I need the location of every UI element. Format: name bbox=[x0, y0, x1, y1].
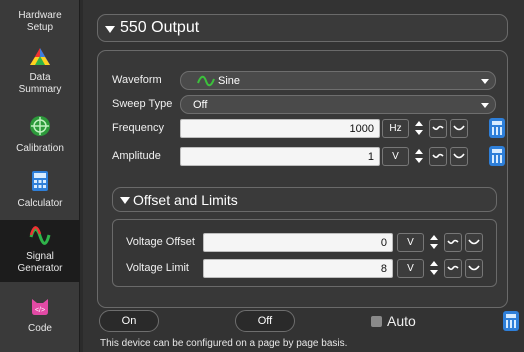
frequency-calculator-icon[interactable] bbox=[489, 118, 505, 138]
output-title: 550 Output bbox=[120, 19, 200, 36]
waveform-dropdown[interactable]: Sine bbox=[180, 71, 496, 90]
curve-down-icon bbox=[447, 239, 459, 245]
frequency-label: Frequency bbox=[112, 122, 164, 134]
amplitude-stepper[interactable] bbox=[414, 147, 424, 166]
output-panel: Waveform Sine Sweep Type Off Frequency 1… bbox=[97, 50, 508, 308]
sidebar-item-code[interactable]: </> Code bbox=[0, 295, 80, 335]
voltage-limit-unit-select[interactable]: V bbox=[397, 259, 424, 278]
curve-up-icon bbox=[453, 125, 465, 131]
frequency-unit-select[interactable]: Hz bbox=[382, 119, 409, 138]
sidebar-item-calibration[interactable]: Calibration bbox=[0, 115, 80, 155]
calculator-button-icon[interactable] bbox=[503, 311, 519, 331]
curve-up-icon bbox=[453, 153, 465, 159]
voltage-offset-sweep-up-button[interactable] bbox=[465, 233, 483, 252]
frequency-sweep-up-button[interactable] bbox=[450, 119, 468, 138]
amplitude-sweep-up-button[interactable] bbox=[450, 147, 468, 166]
frequency-stepper[interactable] bbox=[414, 119, 424, 138]
auto-checkbox[interactable] bbox=[371, 316, 382, 327]
voltage-limit-label: Voltage Limit bbox=[126, 262, 189, 274]
curve-down-icon bbox=[432, 153, 444, 159]
main-panel: 550 Output Waveform Sine Sweep Type Off … bbox=[83, 0, 524, 352]
sidebar-item-signal-generator[interactable]: Signal Generator bbox=[0, 220, 80, 282]
voltage-limit-stepper[interactable] bbox=[429, 259, 439, 278]
voltage-offset-stepper[interactable] bbox=[429, 233, 439, 252]
voltage-limit-sweep-up-button[interactable] bbox=[465, 259, 483, 278]
frequency-sweep-down-button[interactable] bbox=[429, 119, 447, 138]
voltage-limit-input[interactable]: 8 bbox=[203, 259, 393, 278]
output-section-header[interactable]: 550 Output bbox=[97, 14, 508, 42]
collapse-triangle-icon bbox=[120, 197, 130, 204]
signal-generator-icon bbox=[29, 226, 51, 245]
sweep-type-value: Off bbox=[193, 99, 208, 111]
sweep-type-label: Sweep Type bbox=[112, 98, 173, 110]
amplitude-calculator-icon[interactable] bbox=[489, 146, 505, 166]
chevron-down-icon bbox=[481, 103, 489, 108]
on-button[interactable]: On bbox=[99, 310, 159, 332]
sidebar-item-calculator[interactable]: Calculator bbox=[0, 170, 80, 210]
amplitude-unit-select[interactable]: V bbox=[382, 147, 409, 166]
calibration-icon bbox=[30, 116, 50, 136]
amplitude-input[interactable]: 1 bbox=[180, 147, 380, 166]
footer-message: This device can be configured on a page … bbox=[100, 338, 348, 349]
sidebar-item-label: Signal Generator bbox=[17, 251, 63, 274]
collapse-triangle-icon bbox=[105, 26, 115, 33]
voltage-offset-input[interactable]: 0 bbox=[203, 233, 393, 252]
code-icon: </> bbox=[32, 299, 48, 315]
svg-text:</>: </> bbox=[35, 307, 45, 314]
sidebar-item-hardware-setup[interactable]: Hardware Setup bbox=[0, 10, 80, 34]
sweep-type-dropdown[interactable]: Off bbox=[180, 95, 496, 114]
waveform-label: Waveform bbox=[112, 74, 162, 86]
frequency-input[interactable]: 1000 bbox=[180, 119, 380, 138]
offset-limits-header[interactable]: Offset and Limits bbox=[112, 187, 497, 212]
auto-label: Auto bbox=[387, 313, 416, 329]
voltage-limit-sweep-down-button[interactable] bbox=[444, 259, 462, 278]
calculator-icon bbox=[32, 171, 48, 191]
sidebar-item-label: Hardware Setup bbox=[18, 10, 62, 33]
voltage-offset-unit-select[interactable]: V bbox=[397, 233, 424, 252]
off-button[interactable]: Off bbox=[235, 310, 295, 332]
offset-limits-title: Offset and Limits bbox=[133, 192, 238, 208]
curve-down-icon bbox=[432, 125, 444, 131]
sidebar-item-label: Code bbox=[28, 323, 52, 334]
curve-down-icon bbox=[447, 265, 459, 271]
data-summary-icon bbox=[30, 48, 50, 65]
chevron-down-icon bbox=[481, 79, 489, 84]
voltage-offset-sweep-down-button[interactable] bbox=[444, 233, 462, 252]
voltage-offset-label: Voltage Offset bbox=[126, 236, 195, 248]
waveform-value: Sine bbox=[218, 75, 241, 87]
curve-up-icon bbox=[468, 265, 480, 271]
amplitude-sweep-down-button[interactable] bbox=[429, 147, 447, 166]
offset-limits-panel: Voltage Offset 0 V Voltage Limit 8 V bbox=[112, 219, 497, 287]
sidebar-item-label: Data Summary bbox=[18, 72, 62, 95]
sidebar-item-label: Calibration bbox=[16, 143, 64, 154]
sidebar: Hardware Setup Data Summary Calibration … bbox=[0, 0, 80, 352]
sine-wave-icon bbox=[197, 75, 215, 87]
curve-up-icon bbox=[468, 239, 480, 245]
amplitude-label: Amplitude bbox=[112, 150, 161, 162]
sidebar-item-label: Calculator bbox=[17, 198, 63, 209]
sidebar-item-data-summary[interactable]: Data Summary bbox=[0, 46, 80, 96]
